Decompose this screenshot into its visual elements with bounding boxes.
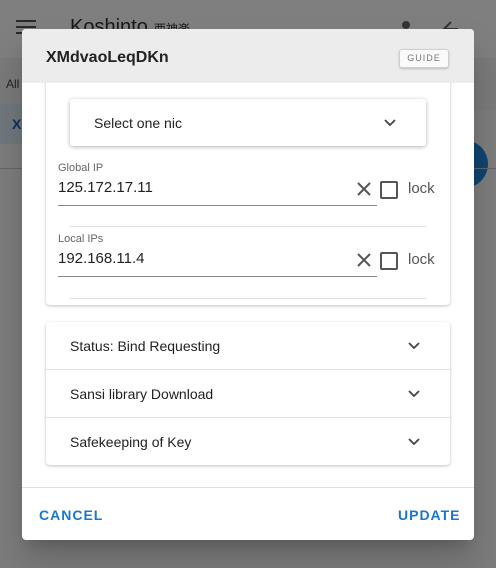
device-dialog: XMdvaoLeqDKn GUIDE Select one nic Global…: [22, 29, 474, 540]
field-divider: [70, 298, 426, 299]
nic-select-value: Select one nic: [94, 115, 182, 131]
accordion-item-status[interactable]: Status: Bind Requesting: [46, 322, 450, 369]
status-accordion: Status: Bind Requesting Sansi library Do…: [46, 322, 450, 465]
accordion-label: Sansi library Download: [70, 386, 214, 402]
accordion-item-library-download[interactable]: Sansi library Download: [46, 370, 450, 417]
clear-icon[interactable]: [356, 252, 372, 268]
local-ips-label: Local IPs: [58, 233, 104, 245]
chevron-down-icon: [408, 342, 420, 350]
network-card: Select one nic Global IP 125.172.17.11 l…: [46, 83, 450, 305]
accordion-item-key-safekeeping[interactable]: Safekeeping of Key: [46, 418, 450, 465]
dialog-header: XMdvaoLeqDKn GUIDE: [22, 29, 474, 83]
cancel-button[interactable]: CANCEL: [39, 507, 103, 523]
clear-icon[interactable]: [356, 181, 372, 197]
dialog-body[interactable]: Select one nic Global IP 125.172.17.11 l…: [22, 83, 474, 487]
global-ip-underline: [58, 205, 377, 206]
local-ips-underline: [58, 276, 377, 277]
dialog-title: XMdvaoLeqDKn: [46, 49, 169, 66]
dialog-footer-divider: [22, 487, 474, 488]
global-ip-lock-checkbox[interactable]: [380, 181, 398, 199]
chevron-down-icon: [384, 119, 396, 127]
chevron-down-icon: [408, 438, 420, 446]
chevron-down-icon: [408, 390, 420, 398]
local-ips-lock-checkbox[interactable]: [380, 252, 398, 270]
guide-button[interactable]: GUIDE: [399, 49, 449, 68]
accordion-label: Safekeeping of Key: [70, 434, 192, 450]
global-ip-label: Global IP: [58, 162, 104, 174]
global-ip-lock-label: lock: [408, 180, 435, 197]
local-ips-input[interactable]: 192.168.11.4: [58, 250, 144, 267]
field-divider: [70, 226, 426, 227]
accordion-label: Status: Bind Requesting: [70, 338, 221, 354]
global-ip-input[interactable]: 125.172.17.11: [58, 179, 153, 196]
local-ips-lock-label: lock: [408, 251, 435, 268]
nic-select[interactable]: Select one nic: [70, 99, 426, 146]
update-button[interactable]: UPDATE: [398, 507, 461, 523]
